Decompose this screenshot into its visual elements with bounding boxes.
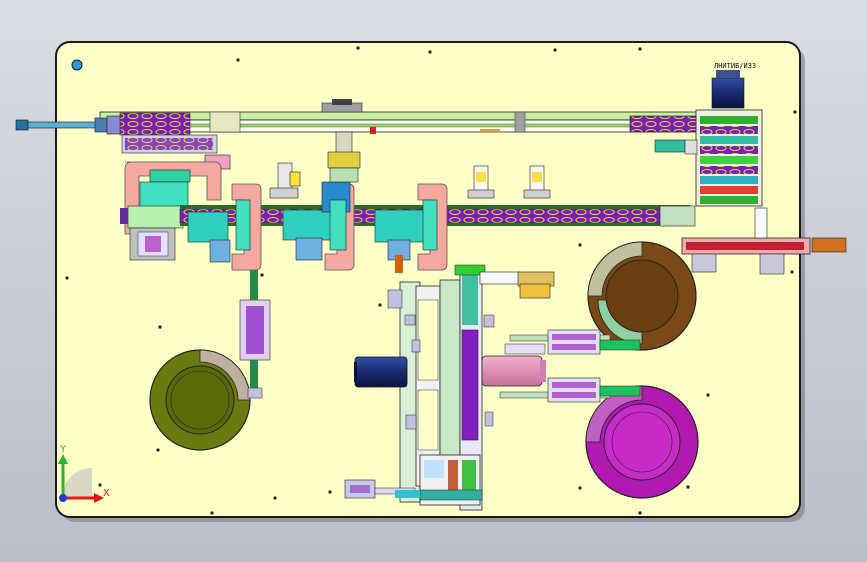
center-drive-motor[interactable] bbox=[354, 356, 408, 388]
central-vertical-slide[interactable] bbox=[399, 264, 486, 511]
x-axis-label: X bbox=[103, 488, 110, 499]
z-axis-icon bbox=[59, 494, 67, 502]
origin-marker-icon bbox=[71, 59, 83, 71]
y-axis-label: Y bbox=[59, 444, 67, 455]
servo-motor[interactable] bbox=[711, 77, 745, 109]
cad-viewport[interactable]: ЛНИТИБ/ИЗЗ Y X bbox=[0, 0, 867, 562]
motor-label: ЛНИТИБ/ИЗЗ bbox=[714, 62, 756, 70]
